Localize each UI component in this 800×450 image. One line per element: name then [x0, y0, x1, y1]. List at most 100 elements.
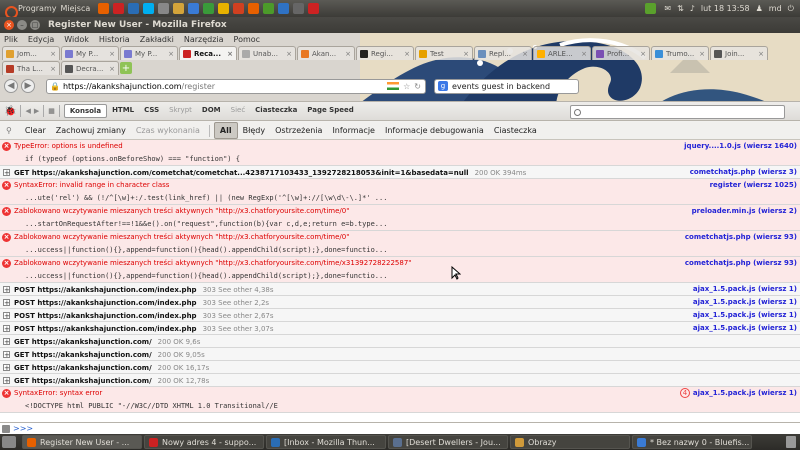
- menu-view[interactable]: Widok: [64, 35, 89, 44]
- taskbar-window-button[interactable]: Nowy adres 4 - suppo...: [144, 435, 264, 449]
- firebug-tab[interactable]: CSS: [139, 104, 164, 118]
- close-tab-icon[interactable]: ×: [581, 50, 587, 58]
- console-request-row[interactable]: + GET https://akankshajunction.com/200 OK…: [0, 335, 800, 348]
- launcher-icon[interactable]: [218, 3, 230, 14]
- new-tab-button[interactable]: +: [120, 62, 132, 74]
- update-icon[interactable]: [645, 3, 657, 14]
- launcher-icon[interactable]: [143, 3, 155, 14]
- close-tab-icon[interactable]: ×: [699, 50, 705, 58]
- browser-tab[interactable]: Join... ×: [710, 46, 768, 60]
- power-icon[interactable]: ⏻: [788, 4, 794, 14]
- expand-icon[interactable]: +: [3, 299, 10, 307]
- firebug-tab[interactable]: Konsola: [63, 104, 108, 118]
- close-tab-icon[interactable]: ×: [109, 65, 115, 73]
- browser-tab[interactable]: Regi... ×: [356, 46, 414, 60]
- browser-tab[interactable]: Jom... ×: [2, 46, 60, 60]
- window-close-button[interactable]: ×: [4, 20, 14, 30]
- browser-tab[interactable]: My P... ×: [120, 46, 178, 60]
- filter-errors-button[interactable]: Błędy: [238, 123, 271, 138]
- menu-help[interactable]: Pomoc: [234, 35, 261, 44]
- forward-button[interactable]: ▶: [21, 79, 35, 93]
- firebug-tab[interactable]: Skrypt: [164, 104, 197, 118]
- launcher-icon[interactable]: [248, 3, 260, 14]
- expand-icon[interactable]: +: [3, 286, 10, 294]
- firebug-tab[interactable]: Sieć: [226, 104, 251, 118]
- back-button[interactable]: ◀: [4, 79, 18, 93]
- filter-warnings-button[interactable]: Ostrzeżenia: [270, 123, 327, 138]
- close-tab-icon[interactable]: ×: [168, 50, 174, 58]
- trash-icon[interactable]: [786, 436, 796, 448]
- console-request-row[interactable]: + POST https://akankshajunction.com/index…: [0, 322, 800, 335]
- browser-tab[interactable]: Profi... ×: [592, 46, 650, 60]
- expand-icon[interactable]: +: [3, 169, 10, 177]
- close-tab-icon[interactable]: ×: [463, 50, 469, 58]
- firebug-search-input[interactable]: [570, 105, 785, 119]
- filter-cookies-button[interactable]: Ciasteczka: [489, 123, 542, 138]
- taskbar-window-button[interactable]: [Inbox - Mozilla Thun...: [266, 435, 386, 449]
- close-tab-icon[interactable]: ×: [50, 65, 56, 73]
- command-line[interactable]: >>>: [0, 422, 800, 434]
- console-request-row[interactable]: + POST https://akankshajunction.com/index…: [0, 309, 800, 322]
- browser-tab[interactable]: Tha L... ×: [2, 61, 60, 75]
- launcher-icon[interactable]: [293, 3, 305, 14]
- launcher-icon[interactable]: [188, 3, 200, 14]
- forward-icon[interactable]: ▶: [34, 107, 39, 115]
- launcher-icon[interactable]: [203, 3, 215, 14]
- taskbar-window-button[interactable]: Obrazy: [510, 435, 630, 449]
- browser-tab[interactable]: Decra... ×: [61, 61, 119, 75]
- filter-all-button[interactable]: All: [213, 122, 238, 139]
- window-title-bar[interactable]: × – □ Register New User - Mozilla Firefo…: [0, 17, 800, 33]
- browser-tab[interactable]: My P... ×: [61, 46, 119, 60]
- browser-tab[interactable]: Test ×: [415, 46, 473, 60]
- console-error-row[interactable]: × Zablokowano wczytywanie mieszanych treś…: [0, 205, 800, 231]
- source-link[interactable]: cometchatjs.php (wiersz 3): [690, 168, 797, 176]
- launcher-icon[interactable]: [128, 3, 140, 14]
- menu-history[interactable]: Historia: [99, 35, 130, 44]
- console-clear-icon[interactable]: ⚲: [6, 126, 12, 135]
- source-link[interactable]: jquery....1.0.js (wiersz 1640): [684, 142, 797, 150]
- console-request-row[interactable]: + GET https://akankshajunction.com/200 OK…: [0, 361, 800, 374]
- window-maximize-button[interactable]: □: [30, 20, 40, 30]
- source-link[interactable]: register (wiersz 1025): [710, 181, 797, 189]
- console-request-row[interactable]: + GET https://akankshajunction.com/cometc…: [0, 166, 800, 179]
- launcher-icon[interactable]: [308, 3, 320, 14]
- firebug-tab[interactable]: Ciasteczka: [250, 104, 302, 118]
- site-identity-icon[interactable]: 🔒: [50, 82, 60, 91]
- close-tab-icon[interactable]: ×: [522, 50, 528, 58]
- back-icon[interactable]: ◀: [25, 107, 30, 115]
- launcher-icon[interactable]: [173, 3, 185, 14]
- launcher-icon[interactable]: [263, 3, 275, 14]
- console-error-row[interactable]: × TypeError: options is undefined if (type…: [0, 140, 800, 166]
- expand-icon[interactable]: +: [3, 377, 10, 385]
- taskbar-window-button[interactable]: Register New User - ...: [22, 435, 142, 449]
- clock[interactable]: lut 18 13:58: [701, 4, 750, 13]
- browser-tab[interactable]: ARLE... ×: [533, 46, 591, 60]
- inspect-icon[interactable]: ▦: [48, 107, 55, 115]
- console-request-row[interactable]: + GET https://akankshajunction.com/200 OK…: [0, 374, 800, 387]
- command-editor-icon[interactable]: [2, 424, 10, 433]
- close-tab-icon[interactable]: ×: [286, 50, 292, 58]
- expand-icon[interactable]: +: [3, 325, 10, 333]
- firebug-tab[interactable]: Page Speed: [302, 104, 358, 118]
- close-tab-icon[interactable]: ×: [50, 50, 56, 58]
- user-icon[interactable]: ♟: [756, 4, 763, 13]
- close-tab-icon[interactable]: ×: [404, 50, 410, 58]
- menu-edit[interactable]: Edycja: [28, 35, 54, 44]
- menu-bookmarks[interactable]: Zakładki: [140, 35, 174, 44]
- launcher-icon[interactable]: [278, 3, 290, 14]
- source-link[interactable]: ajax_1.5.pack.js (wiersz 1): [693, 389, 797, 397]
- show-desktop-icon[interactable]: [2, 436, 16, 448]
- expand-icon[interactable]: +: [3, 312, 10, 320]
- expand-icon[interactable]: +: [3, 351, 10, 359]
- firebug-tab[interactable]: HTML: [107, 104, 139, 118]
- applications-menu[interactable]: Programy: [0, 4, 61, 19]
- taskbar-window-button[interactable]: * Bez nazwy 0 - Bluefis...: [632, 435, 752, 449]
- launcher-icon[interactable]: [98, 3, 110, 14]
- close-tab-icon[interactable]: ×: [227, 50, 233, 58]
- close-tab-icon[interactable]: ×: [640, 50, 646, 58]
- console-error-row[interactable]: × SyntaxError: invalid range in character…: [0, 179, 800, 205]
- firebug-icon[interactable]: 🐞: [4, 106, 16, 117]
- firebug-tab[interactable]: DOM: [197, 104, 226, 118]
- console-error-row[interactable]: × Zablokowano wczytywanie mieszanych treś…: [0, 257, 800, 283]
- menu-tools[interactable]: Narzędzia: [184, 35, 224, 44]
